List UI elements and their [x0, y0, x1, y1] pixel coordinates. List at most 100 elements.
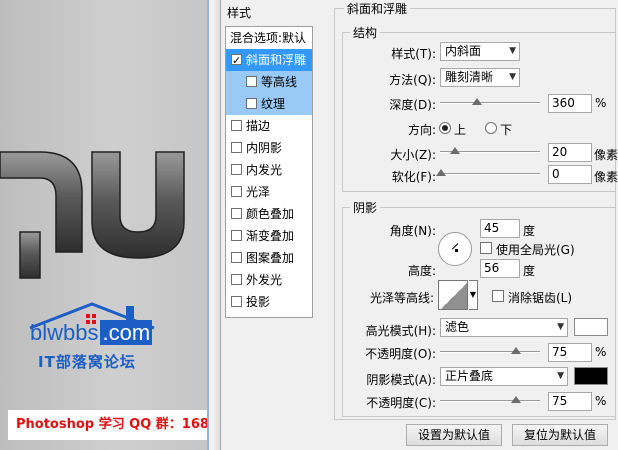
depth-slider-thumb[interactable]	[472, 98, 482, 105]
bevel-emboss-checkbox[interactable]	[231, 50, 242, 71]
chevron-down-icon: ▼	[557, 322, 564, 332]
altitude-unit: 度	[523, 264, 536, 278]
structure-title: 结构	[350, 24, 381, 41]
satin-checkbox[interactable]	[231, 186, 242, 197]
shadow-mode-select[interactable]: 正片叠底 ▼	[440, 367, 568, 386]
inner-shadow-checkbox[interactable]	[231, 142, 242, 153]
chevron-down-icon: ▼	[509, 46, 516, 56]
style-item-label: 渐变叠加	[246, 229, 295, 243]
logo-site-text: blwbbs	[30, 320, 99, 345]
style-item-satin[interactable]: 光泽	[226, 181, 312, 203]
style-item-label: 投影	[246, 295, 271, 309]
gradient-overlay-checkbox[interactable]	[231, 230, 242, 241]
highlight-mode-select[interactable]: 滤色 ▼	[440, 318, 568, 337]
gloss-contour-label: 光泽等高线:	[369, 291, 434, 305]
soften-slider-track[interactable]	[440, 173, 540, 175]
highlight-color-swatch[interactable]	[574, 318, 608, 336]
style-item-inner-glow[interactable]: 内发光	[226, 159, 312, 181]
soften-unit: 像素	[594, 170, 618, 184]
style-item-label: 光泽	[246, 185, 271, 199]
artwork-letters	[0, 151, 185, 279]
shadow-opacity-thumb[interactable]	[511, 396, 521, 403]
style-item-drop-shadow[interactable]: 投影	[226, 291, 312, 313]
chevron-down-icon: ▼	[509, 72, 516, 82]
gloss-contour-preview[interactable]	[438, 280, 468, 310]
style-item-label: 描边	[246, 119, 271, 133]
anti-alias-label: 消除锯齿(L)	[508, 291, 573, 305]
pattern-overlay-checkbox[interactable]	[231, 252, 242, 263]
highlight-opacity-thumb[interactable]	[511, 347, 521, 354]
highlight-opacity-unit: %	[595, 345, 607, 359]
logo-site-suffix: .com	[100, 320, 153, 345]
chevron-down-icon[interactable]: ▼	[469, 280, 478, 310]
anti-alias-checkbox[interactable]	[492, 290, 504, 302]
style-item-label: 内发光	[246, 163, 283, 177]
global-light-checkbox[interactable]	[480, 242, 492, 254]
technique-label: 方法(Q):	[389, 73, 436, 87]
technique-select[interactable]: 雕刻清晰 ▼	[440, 68, 520, 87]
style-item-bevel-emboss[interactable]: 斜面和浮雕	[226, 49, 312, 71]
panel-divider	[207, 0, 221, 450]
texture-checkbox[interactable]	[246, 98, 257, 109]
color-overlay-checkbox[interactable]	[231, 208, 242, 219]
style-item-texture[interactable]: 纹理	[226, 93, 312, 115]
shadow-opacity-input[interactable]: 75	[548, 392, 592, 411]
style-item-gradient-overlay[interactable]: 渐变叠加	[226, 225, 312, 247]
style-item-label: 斜面和浮雕	[246, 53, 307, 67]
inner-glow-checkbox[interactable]	[231, 164, 242, 175]
size-input[interactable]: 20	[548, 143, 592, 162]
style-item-label: 颜色叠加	[246, 207, 295, 221]
style-item-outer-glow[interactable]: 外发光	[226, 269, 312, 291]
logo-tagline: IT部落窝论坛	[38, 353, 136, 371]
style-item-inner-shadow[interactable]: 内阴影	[226, 137, 312, 159]
style-item-label: 纹理	[261, 97, 286, 111]
bevel-emboss-title: 斜面和浮雕	[344, 0, 411, 17]
soften-input[interactable]: 0	[548, 165, 592, 184]
angle-dial[interactable]	[438, 232, 472, 266]
bevel-style-value: 内斜面	[445, 44, 482, 58]
style-item-color-overlay[interactable]: 颜色叠加	[226, 203, 312, 225]
chevron-down-icon: ▼	[557, 371, 564, 381]
stroke-checkbox[interactable]	[231, 120, 242, 131]
style-item-contour[interactable]: 等高线	[226, 71, 312, 93]
highlight-opacity-track[interactable]	[440, 351, 540, 353]
style-item-label: 内阴影	[246, 141, 283, 155]
direction-up-radio[interactable]	[439, 122, 451, 134]
angle-unit: 度	[523, 224, 536, 238]
contour-checkbox[interactable]	[246, 76, 257, 87]
bevel-style-select[interactable]: 内斜面 ▼	[440, 42, 520, 61]
shadow-color-swatch[interactable]	[574, 367, 608, 385]
highlight-opacity-label: 不透明度(O):	[365, 347, 436, 361]
bevel-emboss-options: 斜面和浮雕 结构 样式(T): 内斜面 ▼ 方法(Q): 雕刻清晰 ▼ 深度(D):…	[330, 0, 618, 450]
style-label: 样式(T):	[391, 47, 436, 61]
altitude-input[interactable]: 56	[480, 259, 520, 278]
style-item-label: 等高线	[261, 75, 298, 89]
shadow-opacity-label: 不透明度(C):	[366, 396, 436, 410]
direction-down-radio[interactable]	[485, 122, 497, 134]
shadow-opacity-unit: %	[595, 394, 607, 408]
shadow-mode-value: 正片叠底	[445, 369, 494, 383]
set-default-button[interactable]: 设置为默认值	[406, 424, 502, 446]
canvas-preview: blwbbs .com IT部落窝论坛 Photoshop 学习 QQ 群：168…	[0, 0, 207, 450]
qq-group-banner: Photoshop 学习 QQ 群：168874041	[8, 410, 207, 440]
depth-input[interactable]: 360	[548, 94, 592, 113]
shadow-mode-label: 阴影模式(A):	[366, 373, 436, 387]
shadow-opacity-track[interactable]	[440, 400, 540, 402]
blend-options-item[interactable]: 混合选项:默认	[226, 27, 312, 49]
style-item-stroke[interactable]: 描边	[226, 115, 312, 137]
highlight-opacity-input[interactable]: 75	[548, 343, 592, 362]
styles-title: 样式	[227, 6, 252, 20]
shading-title: 阴影	[350, 199, 381, 216]
logo-site-name: blwbbs .com	[30, 320, 166, 352]
direction-up-label: 上	[454, 123, 467, 137]
depth-slider-track[interactable]	[440, 102, 540, 104]
drop-shadow-checkbox[interactable]	[231, 296, 242, 307]
soften-slider-thumb[interactable]	[436, 169, 446, 176]
angle-input[interactable]: 45	[480, 219, 520, 238]
depth-label: 深度(D):	[389, 98, 436, 112]
size-slider-thumb[interactable]	[450, 147, 460, 154]
letter-u-shape	[91, 151, 185, 259]
style-item-pattern-overlay[interactable]: 图案叠加	[226, 247, 312, 269]
reset-default-button[interactable]: 复位为默认值	[512, 424, 608, 446]
outer-glow-checkbox[interactable]	[231, 274, 242, 285]
